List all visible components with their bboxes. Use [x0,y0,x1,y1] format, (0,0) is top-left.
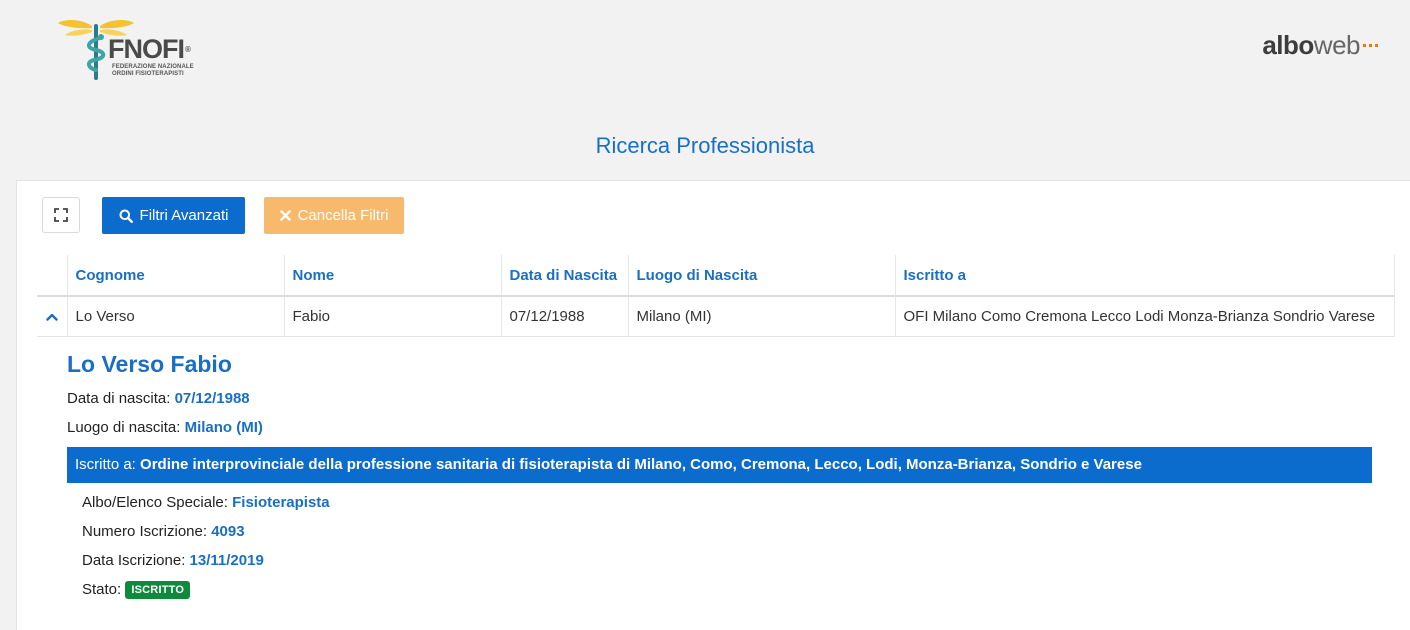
detail-data-iscrizione-value: 13/11/2019 [189,552,264,569]
alboweb-dots-icon [1363,44,1378,47]
column-header-luogo-nascita[interactable]: Luogo di Nascita [627,255,895,297]
cancella-filtri-label: Cancella Filtri [297,207,389,224]
column-header-nome[interactable]: Nome [283,255,501,297]
fnofi-logo[interactable]: FNOFI® FEDERAZIONE NAZIONALE ORDINI FISI… [56,16,206,82]
column-header-toggle [37,255,67,297]
times-icon [279,210,291,221]
fnofi-subtitle-line1: FEDERAZIONE NAZIONALE [112,64,194,70]
detail-albo-label: Albo/Elenco Speciale: [82,494,228,511]
column-header-iscritto-a[interactable]: Iscritto a [894,255,1395,297]
detail-numero-iscrizione-value: 4093 [211,523,245,540]
detail-full-name: Lo Verso Fabio [67,351,232,377]
search-icon [119,209,133,223]
detail-luogo-nascita-label: Luogo di nascita: [67,419,181,436]
detail-luogo-nascita-value: Milano (MI) [184,419,263,436]
detail-albo-value: Fisioterapista [232,494,330,511]
detail-data-nascita-label: Data di nascita: [67,390,171,407]
alboweb-albo: albo [1262,30,1314,60]
results-card: Filtri Avanzati Cancella Filtri Cognome … [16,180,1410,630]
cell-cognome: Lo Verso [66,296,284,337]
detail-data-nascita-value: 07/12/1988 [174,390,250,407]
row-toggle-button[interactable] [37,296,67,337]
table-header-row: Cognome Nome Data di Nascita Luogo di Na… [37,255,1395,297]
detail-luogo-nascita: Luogo di nascita: Milano (MI) [67,418,263,438]
table-row[interactable]: Lo Verso Fabio 07/12/1988 Milano (MI) OF… [37,296,1395,337]
alboweb-web: web [1313,30,1361,60]
fnofi-wordmark: FNOFI® [108,34,191,64]
alboweb-logo[interactable]: albo web [1262,30,1378,60]
filtri-avanzati-label: Filtri Avanzati [139,207,229,224]
fnofi-subtitle-line2: ORDINI FISIOTERAPISTI [112,71,184,77]
detail-data-nascita: Data di nascita: 07/12/1988 [67,389,250,409]
detail-numero-iscrizione-label: Numero Iscrizione: [82,523,208,540]
header: FNOFI® FEDERAZIONE NAZIONALE ORDINI FISI… [0,0,1410,120]
expand-button[interactable] [42,197,80,233]
cell-data-nascita: 07/12/1988 [500,296,628,337]
iscritto-a-value: Ordine interprovinciale della profession… [140,456,1142,473]
results-table: Cognome Nome Data di Nascita Luogo di Na… [37,255,1395,337]
detail-data-iscrizione-label: Data Iscrizione: [82,552,186,569]
iscritto-a-label: Iscritto a: [75,456,136,473]
iscritto-a-bar: Iscritto a: Ordine interprovinciale dell… [67,447,1372,483]
filtri-avanzati-button[interactable]: Filtri Avanzati [102,197,245,234]
cancella-filtri-button[interactable]: Cancella Filtri [264,197,404,234]
cell-luogo-nascita: Milano (MI) [627,296,895,337]
page-title: Ricerca Professionista [595,133,815,158]
detail-numero-iscrizione: Numero Iscrizione: 4093 [82,522,245,542]
detail-albo: Albo/Elenco Speciale: Fisioterapista [82,493,330,513]
expand-icon [54,208,68,222]
column-header-data-nascita[interactable]: Data di Nascita [500,255,628,297]
detail-stato-label: Stato: [82,581,122,598]
cell-nome: Fabio [283,296,501,337]
chevron-up-icon [46,313,58,321]
cell-iscritto-a: OFI Milano Como Cremona Lecco Lodi Monza… [894,296,1395,337]
status-badge: ISCRITTO [125,581,191,600]
detail-stato: Stato: ISCRITTO [82,580,191,600]
detail-data-iscrizione: Data Iscrizione: 13/11/2019 [82,551,264,571]
column-header-cognome[interactable]: Cognome [66,255,284,297]
